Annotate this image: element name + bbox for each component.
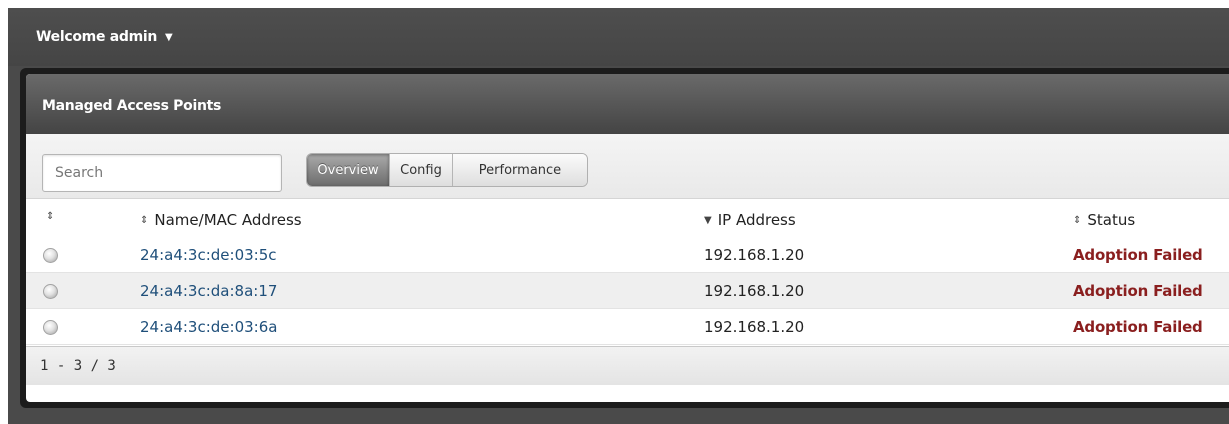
toolbar: Overview Config Performance <box>26 134 1229 199</box>
column-header-label: IP Address <box>717 211 796 229</box>
panel-body: Managed Access Points Overview Config Pe… <box>26 74 1229 402</box>
column-header-name[interactable]: ⇕ Name/MAC Address <box>140 211 302 229</box>
ip-address: 192.168.1.20 <box>704 246 805 264</box>
table-header: ⇕ ⇕ Name/MAC Address ▼ IP Address ⇕ Stat… <box>26 199 1229 237</box>
chevron-down-icon: ▼ <box>165 31 173 43</box>
table-row[interactable]: 24:a4:3c:da:8a:17 192.168.1.20 Adoption … <box>26 273 1229 309</box>
ip-address: 192.168.1.20 <box>704 282 805 300</box>
gray-status-led-icon <box>43 248 58 263</box>
tab-performance[interactable]: Performance <box>453 154 587 186</box>
column-header-status[interactable]: ⇕ Status <box>1073 211 1135 229</box>
sort-icon: ⇕ <box>1073 214 1082 226</box>
table-row[interactable]: 24:a4:3c:de:03:5c 192.168.1.20 Adoption … <box>26 237 1229 273</box>
gray-status-led-icon <box>43 284 58 299</box>
search-input[interactable] <box>42 154 282 192</box>
view-tabs: Overview Config Performance <box>306 153 588 187</box>
mac-address-link[interactable]: 24:a4:3c:de:03:5c <box>140 246 277 264</box>
column-header-ip[interactable]: ▼ IP Address <box>704 211 796 229</box>
status-text: Adoption Failed <box>1073 318 1203 336</box>
sort-desc-icon: ▼ <box>704 214 712 226</box>
app-frame: Welcome admin ▼ Managed Access Points Ov… <box>8 8 1229 424</box>
panel-header: Managed Access Points <box>26 74 1229 134</box>
tab-overview[interactable]: Overview <box>307 154 390 186</box>
column-header-label: Status <box>1087 211 1136 229</box>
column-header-label: Name/MAC Address <box>154 211 302 229</box>
panel-title: Managed Access Points <box>42 98 222 114</box>
sort-icon: ⇕ <box>46 211 55 222</box>
mac-address-link[interactable]: 24:a4:3c:da:8a:17 <box>140 282 277 300</box>
status-text: Adoption Failed <box>1073 282 1203 300</box>
user-menu[interactable]: Welcome admin ▼ <box>36 29 173 45</box>
ip-address: 192.168.1.20 <box>704 318 805 336</box>
mac-address-link[interactable]: 24:a4:3c:de:03:6a <box>140 318 277 336</box>
gray-status-led-icon <box>43 320 58 335</box>
managed-access-points-panel: Managed Access Points Overview Config Pe… <box>20 68 1229 408</box>
welcome-text: Welcome admin <box>36 29 158 45</box>
column-header-led[interactable]: ⇕ <box>46 211 60 222</box>
top-bar: Welcome admin ▼ <box>8 8 1229 66</box>
status-text: Adoption Failed <box>1073 246 1203 264</box>
tab-config[interactable]: Config <box>390 154 453 186</box>
table-row[interactable]: 24:a4:3c:de:03:6a 192.168.1.20 Adoption … <box>26 309 1229 345</box>
sort-icon: ⇕ <box>140 214 149 226</box>
table-footer: 1 - 3 / 3 <box>26 346 1229 385</box>
table-body: 24:a4:3c:de:03:5c 192.168.1.20 Adoption … <box>26 237 1229 345</box>
pagination-info: 1 - 3 / 3 <box>40 358 116 374</box>
